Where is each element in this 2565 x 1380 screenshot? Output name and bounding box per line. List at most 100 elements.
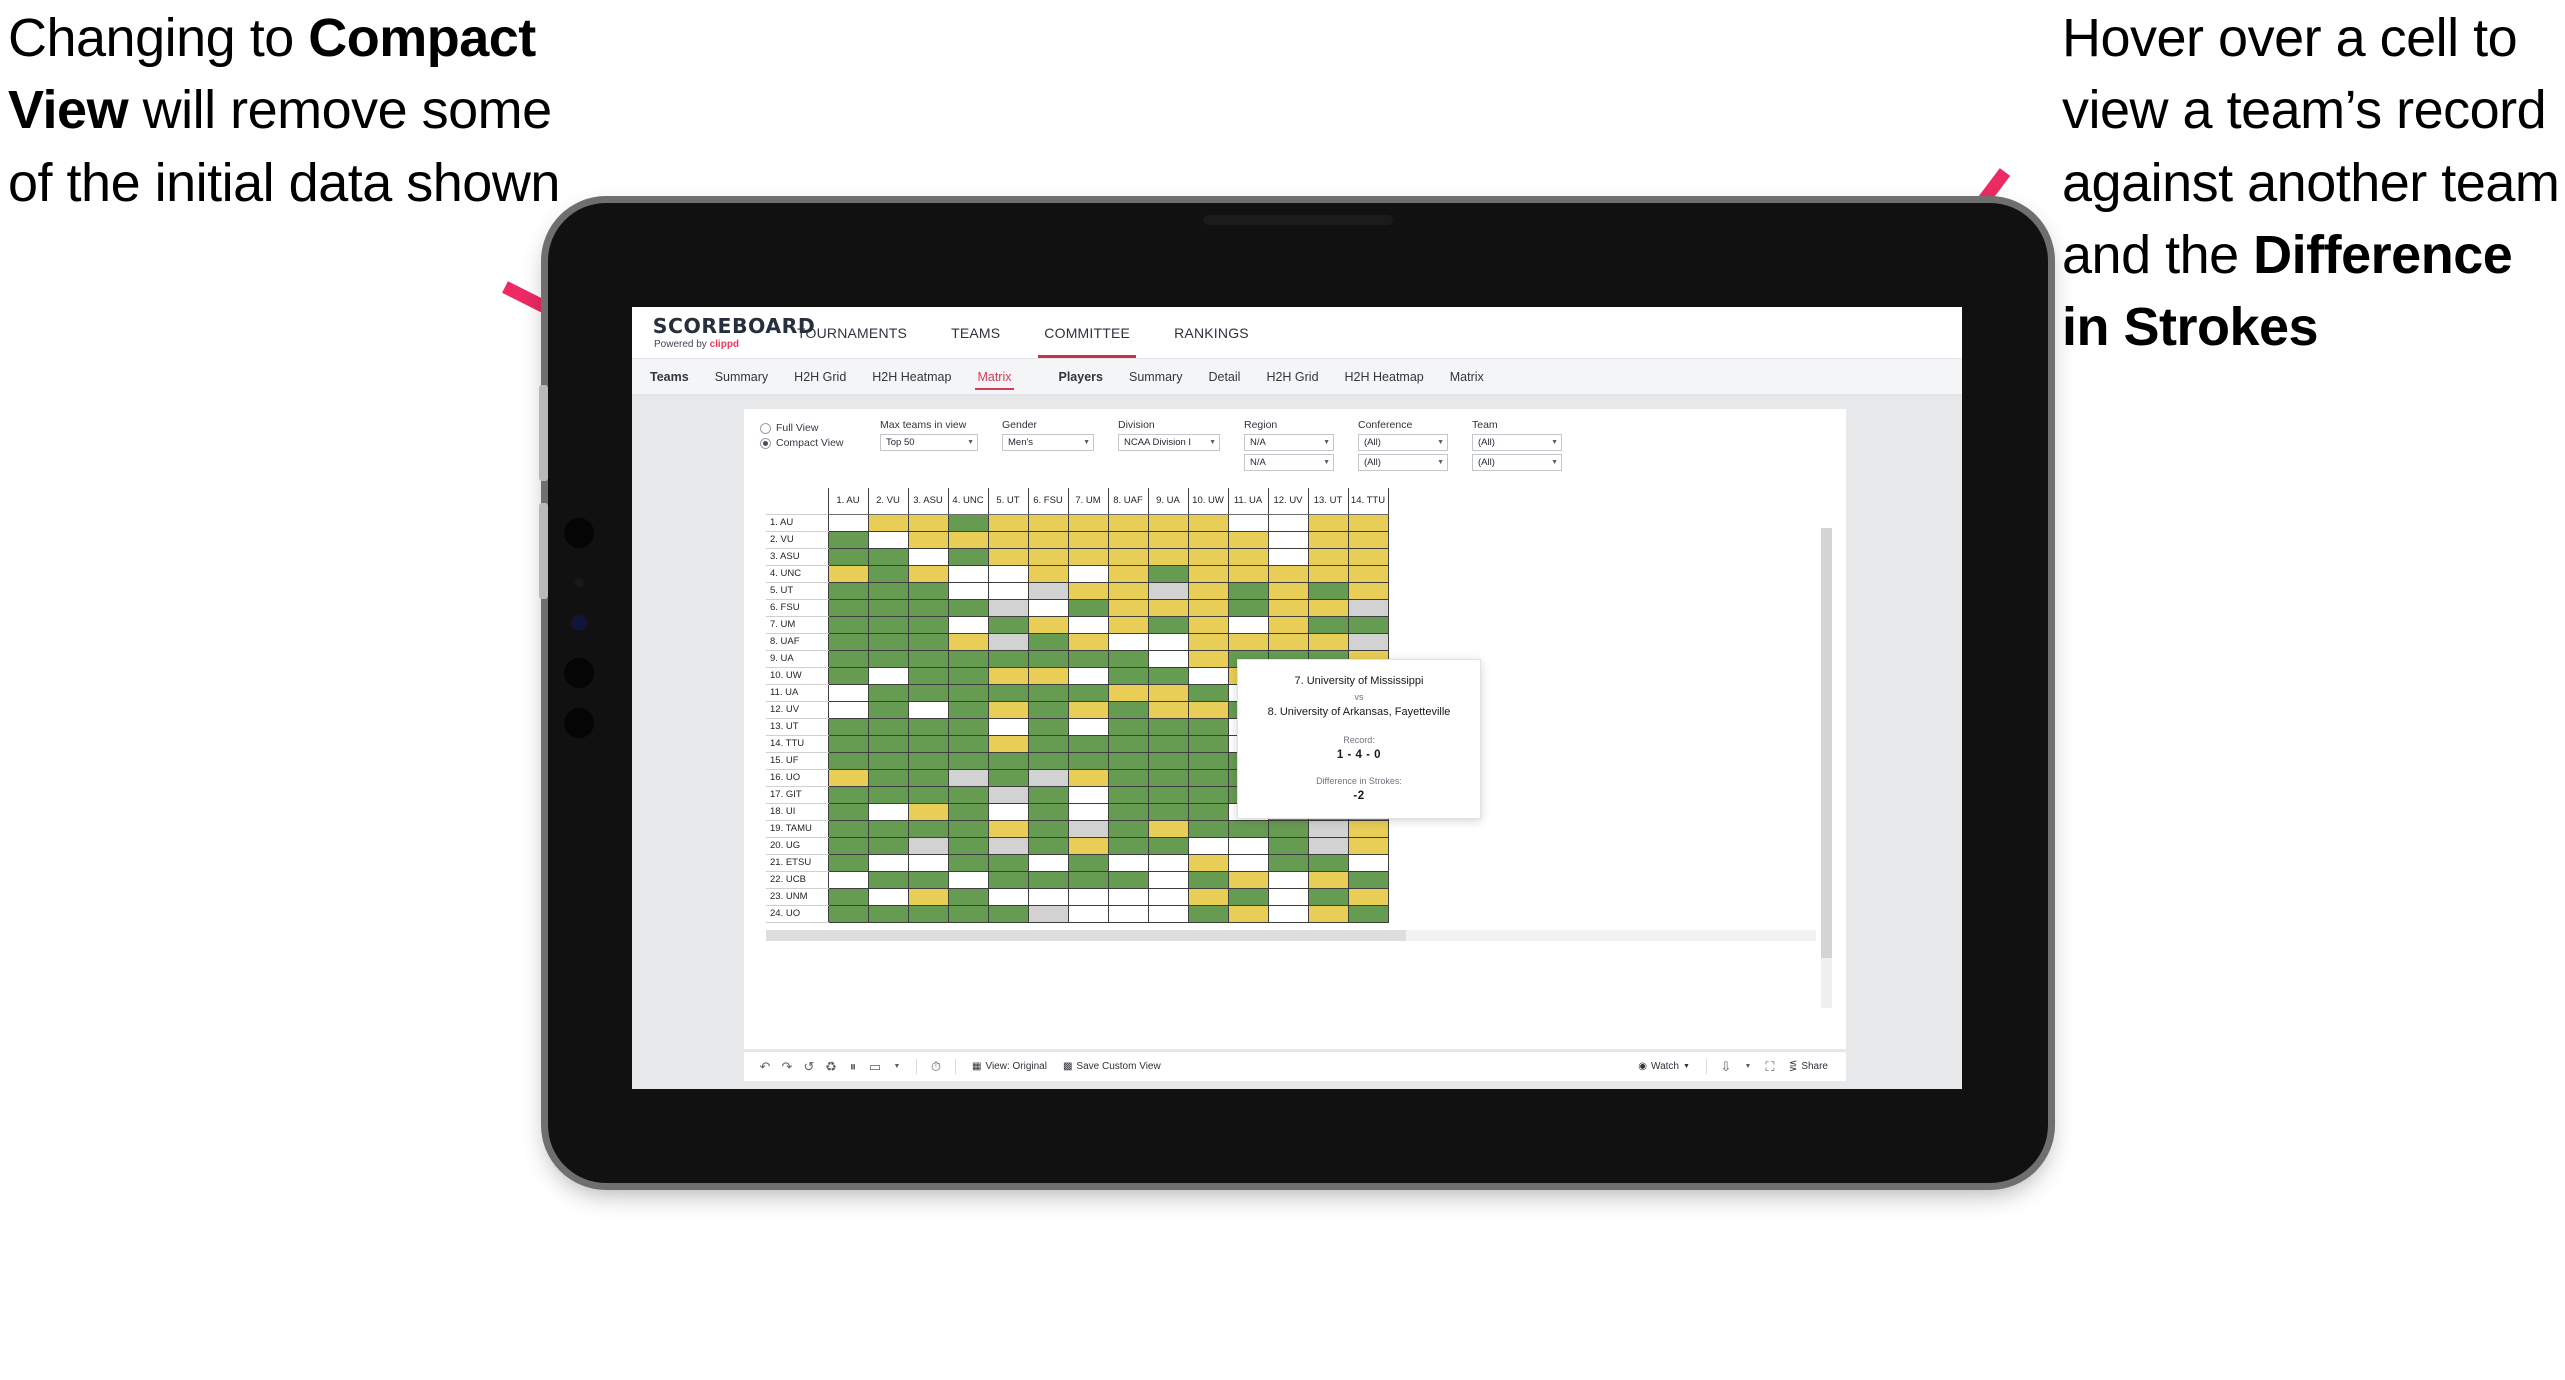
matrix-cell[interactable] bbox=[1147, 513, 1189, 532]
matrix-cell[interactable] bbox=[867, 751, 909, 770]
matrix-cell[interactable] bbox=[867, 666, 909, 685]
matrix-cell[interactable] bbox=[1067, 734, 1109, 753]
matrix-cell[interactable] bbox=[1187, 819, 1229, 838]
matrix-cell[interactable] bbox=[1187, 734, 1229, 753]
matrix-cell[interactable] bbox=[1027, 853, 1069, 872]
matrix-cell[interactable] bbox=[867, 802, 909, 821]
matrix-cell[interactable] bbox=[1107, 649, 1149, 668]
matrix-cell[interactable] bbox=[987, 513, 1029, 532]
matrix-cell[interactable] bbox=[1067, 649, 1109, 668]
matrix-cell[interactable] bbox=[907, 700, 949, 719]
matrix-col-header[interactable]: 10. UW bbox=[1187, 488, 1229, 515]
sub-nav-item-teams-summary[interactable]: Summary bbox=[702, 359, 781, 395]
filter-region-select[interactable]: N/A ▼ bbox=[1244, 434, 1334, 451]
top-nav-item-committee[interactable]: COMMITTEE bbox=[1022, 307, 1152, 358]
matrix-cell[interactable] bbox=[907, 683, 949, 702]
matrix-cell[interactable] bbox=[827, 785, 869, 804]
matrix-cell[interactable] bbox=[1027, 785, 1069, 804]
matrix-cell[interactable] bbox=[867, 649, 909, 668]
matrix-cell[interactable] bbox=[987, 547, 1029, 566]
sub-nav-item-players-h2h-grid[interactable]: H2H Grid bbox=[1253, 359, 1331, 395]
matrix-cell[interactable] bbox=[1107, 768, 1149, 787]
sub-nav-head-teams[interactable]: Teams bbox=[650, 359, 702, 395]
matrix-cell[interactable] bbox=[867, 870, 909, 889]
sub-nav-item-teams-h2h-heatmap[interactable]: H2H Heatmap bbox=[859, 359, 964, 395]
matrix-cell[interactable] bbox=[1347, 598, 1389, 617]
matrix-cell[interactable] bbox=[1147, 632, 1189, 651]
matrix-cell[interactable] bbox=[987, 598, 1029, 617]
matrix-cell[interactable] bbox=[947, 768, 989, 787]
matrix-cell[interactable] bbox=[907, 870, 949, 889]
matrix-cell[interactable] bbox=[947, 683, 989, 702]
matrix-col-header[interactable]: 12. UV bbox=[1267, 488, 1309, 515]
matrix-cell[interactable] bbox=[987, 836, 1029, 855]
matrix-cell[interactable] bbox=[867, 615, 909, 634]
matrix-cell[interactable] bbox=[1147, 615, 1189, 634]
matrix-cell[interactable] bbox=[907, 819, 949, 838]
matrix-cell[interactable] bbox=[827, 666, 869, 685]
chevron-down-icon[interactable]: ▼ bbox=[1737, 1056, 1759, 1078]
matrix-row-header[interactable]: 21. ETSU bbox=[766, 853, 829, 872]
matrix-cell[interactable] bbox=[1027, 819, 1069, 838]
matrix-col-header[interactable]: 4. UNC bbox=[947, 488, 989, 515]
matrix-cell[interactable] bbox=[1147, 887, 1189, 906]
matrix-cell[interactable] bbox=[1267, 530, 1309, 549]
matrix-cell[interactable] bbox=[987, 615, 1029, 634]
matrix-cell[interactable] bbox=[1067, 666, 1109, 685]
matrix-cell[interactable] bbox=[1267, 836, 1309, 855]
history-icon[interactable]: ⏱ bbox=[925, 1056, 947, 1078]
matrix-cell[interactable] bbox=[1107, 717, 1149, 736]
matrix-cell[interactable] bbox=[1347, 870, 1389, 889]
matrix-cell[interactable] bbox=[1347, 887, 1389, 906]
matrix-col-header[interactable]: 1. AU bbox=[827, 488, 869, 515]
matrix-cell[interactable] bbox=[1147, 530, 1189, 549]
matrix-cell[interactable] bbox=[827, 819, 869, 838]
matrix-cell[interactable] bbox=[1227, 513, 1269, 532]
matrix-cell[interactable] bbox=[1347, 904, 1389, 923]
matrix-cell[interactable] bbox=[1147, 564, 1189, 583]
matrix-cell[interactable] bbox=[947, 649, 989, 668]
chevron-down-icon[interactable]: ▼ bbox=[886, 1056, 908, 1078]
matrix-cell[interactable] bbox=[947, 751, 989, 770]
matrix-cell[interactable] bbox=[1227, 904, 1269, 923]
matrix-cell[interactable] bbox=[1027, 683, 1069, 702]
matrix-cell[interactable] bbox=[1067, 717, 1109, 736]
matrix-cell[interactable] bbox=[1227, 598, 1269, 617]
radio-compact-view[interactable]: Compact View bbox=[760, 437, 856, 449]
matrix-col-header[interactable]: 8. UAF bbox=[1107, 488, 1149, 515]
matrix-cell[interactable] bbox=[1067, 513, 1109, 532]
matrix-cell[interactable] bbox=[907, 649, 949, 668]
matrix-cell[interactable] bbox=[1147, 768, 1189, 787]
matrix-cell[interactable] bbox=[1307, 564, 1349, 583]
matrix-cell[interactable] bbox=[1347, 513, 1389, 532]
matrix-cell[interactable] bbox=[1067, 530, 1109, 549]
matrix-row-header[interactable]: 18. UI bbox=[766, 802, 829, 821]
matrix-cell[interactable] bbox=[1347, 853, 1389, 872]
matrix-row-header[interactable]: 17. GIT bbox=[766, 785, 829, 804]
matrix-cell[interactable] bbox=[1067, 904, 1109, 923]
matrix-cell[interactable] bbox=[1107, 700, 1149, 719]
matrix-cell[interactable] bbox=[987, 887, 1029, 906]
matrix-cell[interactable] bbox=[987, 530, 1029, 549]
matrix-cell[interactable] bbox=[987, 751, 1029, 770]
matrix-cell[interactable] bbox=[947, 598, 989, 617]
matrix-cell[interactable] bbox=[987, 734, 1029, 753]
filter-conference-select[interactable]: (All) ▼ bbox=[1358, 434, 1448, 451]
matrix-row-header[interactable]: 19. TAMU bbox=[766, 819, 829, 838]
filter-max-teams-select[interactable]: Top 50 ▼ bbox=[880, 434, 978, 451]
matrix-cell[interactable] bbox=[1227, 581, 1269, 600]
matrix-cell[interactable] bbox=[1107, 530, 1149, 549]
matrix-cell[interactable] bbox=[987, 564, 1029, 583]
matrix-cell[interactable] bbox=[1267, 615, 1309, 634]
matrix-cell[interactable] bbox=[1027, 632, 1069, 651]
matrix-cell[interactable] bbox=[1147, 802, 1189, 821]
matrix-cell[interactable] bbox=[1107, 598, 1149, 617]
matrix-cell[interactable] bbox=[1067, 581, 1109, 600]
matrix-cell[interactable] bbox=[947, 632, 989, 651]
share-button[interactable]: ⋚ Share bbox=[1781, 1061, 1836, 1072]
matrix-cell[interactable] bbox=[867, 904, 909, 923]
matrix-cell[interactable] bbox=[1227, 530, 1269, 549]
matrix-cell[interactable] bbox=[1067, 683, 1109, 702]
matrix-cell[interactable] bbox=[1147, 904, 1189, 923]
filter-region-select-2[interactable]: N/A ▼ bbox=[1244, 454, 1334, 471]
